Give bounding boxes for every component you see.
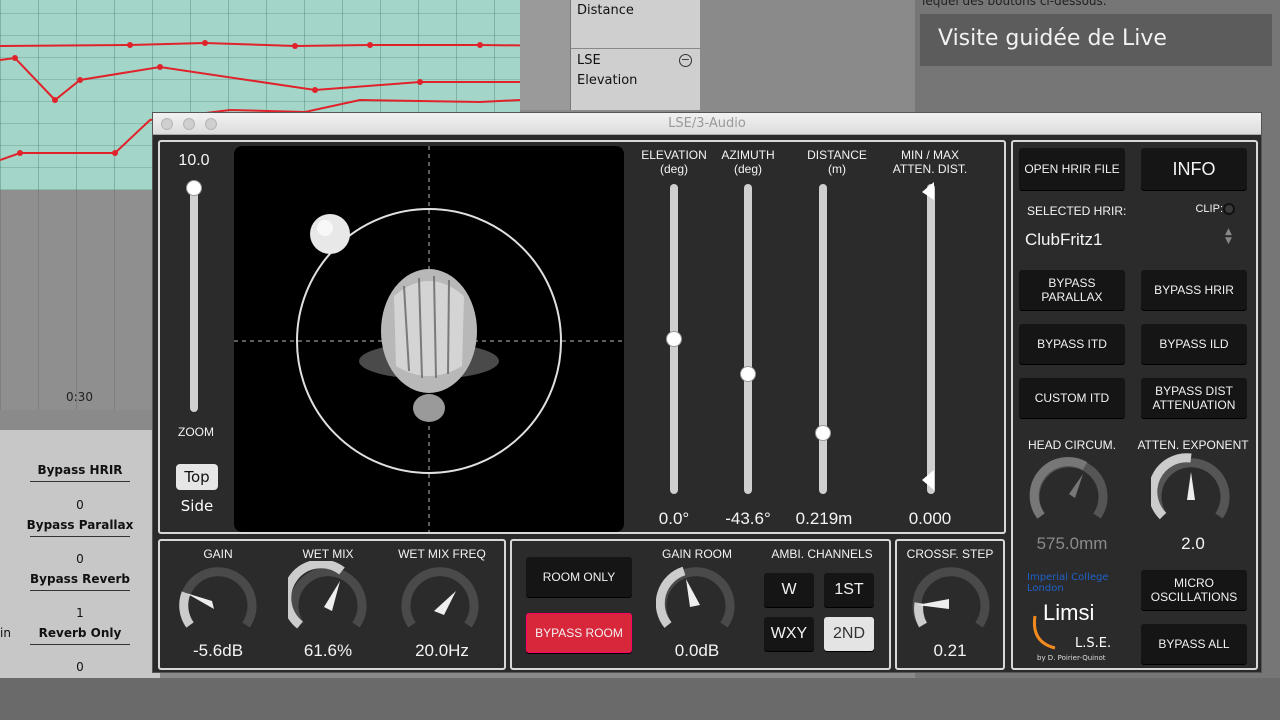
- ambi-2nd-button[interactable]: 2ND: [824, 617, 874, 651]
- spatialization-panel: 10.0 ZOOM Top Side ELEVATION (deg) 0.0° …: [158, 140, 1006, 534]
- device-param-label: Bypass Parallax: [26, 518, 134, 532]
- bypass-room-button[interactable]: BYPASS ROOM: [526, 613, 632, 653]
- wet-mix-value: 61.6%: [303, 641, 353, 660]
- bypass-all-button[interactable]: BYPASS ALL: [1141, 624, 1247, 664]
- azimuth-slider-thumb[interactable]: [740, 366, 756, 383]
- zoom-slider-track[interactable]: [190, 184, 198, 412]
- crossf-step-value: 0.21: [933, 641, 967, 660]
- bypass-ild-button[interactable]: BYPASS ILD: [1141, 324, 1247, 364]
- custom-itd-button[interactable]: CUSTOM ITD: [1019, 378, 1125, 418]
- wet-mix-knob[interactable]: [288, 561, 368, 641]
- room-panel: ROOM ONLY BYPASS ROOM GAIN ROOM 0.0dB AM…: [510, 539, 891, 670]
- device-param-label: Reverb Only: [38, 626, 122, 640]
- envelope-gutter: [520, 0, 570, 110]
- elevation-label: ELEVATION (deg): [641, 148, 707, 176]
- help-text: lequel des boutons ci-dessous.: [922, 0, 1107, 8]
- help-title[interactable]: Visite guidée de Live: [920, 14, 1272, 66]
- device-param-label: Bypass HRIR: [37, 463, 123, 477]
- mix-panel: GAIN WET MIX WET MIX FREQ -5.6dB 61.6% 2…: [158, 539, 506, 670]
- open-hrir-file-button[interactable]: OPEN HRIR FILE: [1019, 148, 1125, 190]
- selected-hrir-label: SELECTED HRIR:: [1027, 204, 1127, 218]
- lane-elevation-label: Elevation: [577, 73, 638, 88]
- wet-mix-label: WET MIX: [302, 547, 354, 561]
- head-circum-label: HEAD CIRCUM.: [1027, 438, 1116, 452]
- wet-mix-freq-knob[interactable]: [400, 561, 480, 641]
- micro-oscillations-button[interactable]: MICRO OSCILLATIONS: [1141, 570, 1247, 610]
- crossf-step-label: CROSSF. STEP: [906, 547, 994, 561]
- distance-value: 0.219m: [795, 509, 853, 528]
- title-bar[interactable]: LSE/3-Audio: [153, 113, 1261, 135]
- elevation-value: 0.0°: [658, 509, 690, 528]
- azimuth-label: AZIMUTH (deg): [721, 148, 775, 176]
- head-circum-knob[interactable]: [1029, 452, 1109, 532]
- device-parameters: Bypass HRIR 0 Bypass Parallax 0 Bypass R…: [0, 430, 160, 690]
- device-param-value[interactable]: 1: [25, 606, 135, 620]
- atten-dist-handles[interactable]: [918, 180, 942, 500]
- azimuth-slider-track[interactable]: [744, 184, 752, 494]
- credit-text: by D. Poirier-Quinot: [1037, 654, 1106, 662]
- hrir-panel: OPEN HRIR FILE INFO SELECTED HRIR: CLIP:…: [1011, 140, 1258, 670]
- bypass-itd-button[interactable]: BYPASS ITD: [1019, 324, 1125, 364]
- bypass-dist-attenuation-button[interactable]: BYPASS DIST ATTENUATION: [1141, 378, 1247, 418]
- atten-dist-value: 0.000: [908, 509, 952, 528]
- side-label: in: [0, 626, 11, 640]
- imperial-logo: Imperial College London: [1027, 572, 1109, 594]
- device-param-value[interactable]: 0: [25, 552, 135, 566]
- select-arrows-icon[interactable]: ▲ ▼: [1225, 228, 1232, 246]
- bypass-parallax-button[interactable]: BYPASS PARALLAX: [1019, 270, 1125, 310]
- distance-label: DISTANCE (m): [807, 148, 867, 176]
- gain-room-label: GAIN ROOM: [661, 547, 732, 561]
- ambi-w-button[interactable]: W: [764, 573, 814, 607]
- top-view-button[interactable]: Top: [176, 464, 218, 490]
- device-param-value[interactable]: 0: [25, 498, 135, 512]
- gain-room-knob[interactable]: [656, 561, 736, 641]
- crossfade-panel: CROSSF. STEP 0.21: [895, 539, 1005, 670]
- atten-exponent-label: ATTEN. EXPONENT: [1137, 438, 1249, 452]
- clip-indicator: [1223, 203, 1235, 215]
- device-param-value[interactable]: 0: [25, 660, 135, 674]
- zoom-slider-thumb[interactable]: [186, 180, 202, 196]
- azimuth-value: -43.6°: [725, 509, 771, 528]
- ambi-1st-button[interactable]: 1ST: [824, 573, 874, 607]
- ambi-channels-label: AMBI. CHANNELS: [771, 547, 873, 561]
- automation-lane-header[interactable]: Distance LSE Elevation −: [570, 0, 701, 110]
- time-marker: 0:30: [66, 390, 93, 404]
- head-model-icon: [359, 269, 499, 422]
- gain-label: GAIN: [203, 547, 233, 561]
- limsi-logo: Limsi: [1043, 600, 1095, 625]
- ambi-wxy-button[interactable]: WXY: [764, 617, 814, 651]
- spatial-view[interactable]: [234, 146, 624, 532]
- room-only-button[interactable]: ROOM ONLY: [526, 557, 632, 597]
- plugin-window: LSE/3-Audio 10.0 ZOOM Top Side ELEVATION…: [152, 112, 1262, 673]
- bypass-hrir-button[interactable]: BYPASS HRIR: [1141, 270, 1247, 310]
- device-param-label: Bypass Reverb: [30, 572, 130, 586]
- clip-label: CLIP:: [1195, 203, 1223, 215]
- gain-knob[interactable]: [178, 561, 258, 641]
- bottom-bar: [0, 678, 1280, 720]
- elevation-slider-thumb[interactable]: [666, 331, 682, 347]
- crossf-step-knob[interactable]: [911, 561, 991, 641]
- wet-mix-freq-label: WET MIX FREQ: [398, 547, 486, 561]
- gain-value: -5.6dB: [192, 641, 244, 660]
- hrir-select[interactable]: ClubFritz1: [1025, 230, 1102, 250]
- lane-lse-label: LSE: [577, 53, 601, 68]
- spatial-view-canvas: [234, 146, 624, 532]
- wet-mix-freq-value: 20.0Hz: [415, 641, 469, 660]
- zoom-value: 10.0: [178, 152, 210, 169]
- head-circum-value: 575.0mm: [1036, 534, 1108, 553]
- atten-exponent-value: 2.0: [1181, 534, 1205, 553]
- zoom-label: ZOOM: [178, 425, 214, 439]
- gain-room-value: 0.0dB: [674, 641, 720, 660]
- distance-slider-track[interactable]: [819, 184, 827, 494]
- lane-remove-icon[interactable]: −: [679, 54, 692, 67]
- lane-distance-label: Distance: [577, 3, 634, 18]
- side-view-button[interactable]: Side: [176, 493, 218, 519]
- lse-logo: L.S.E.: [1075, 636, 1112, 651]
- info-button[interactable]: INFO: [1141, 148, 1247, 190]
- distance-slider-thumb[interactable]: [815, 425, 831, 442]
- atten-exponent-knob[interactable]: [1151, 452, 1231, 532]
- atten-dist-label: MIN / MAX ATTEN. DIST.: [892, 148, 968, 176]
- window-title: LSE/3-Audio: [668, 116, 746, 131]
